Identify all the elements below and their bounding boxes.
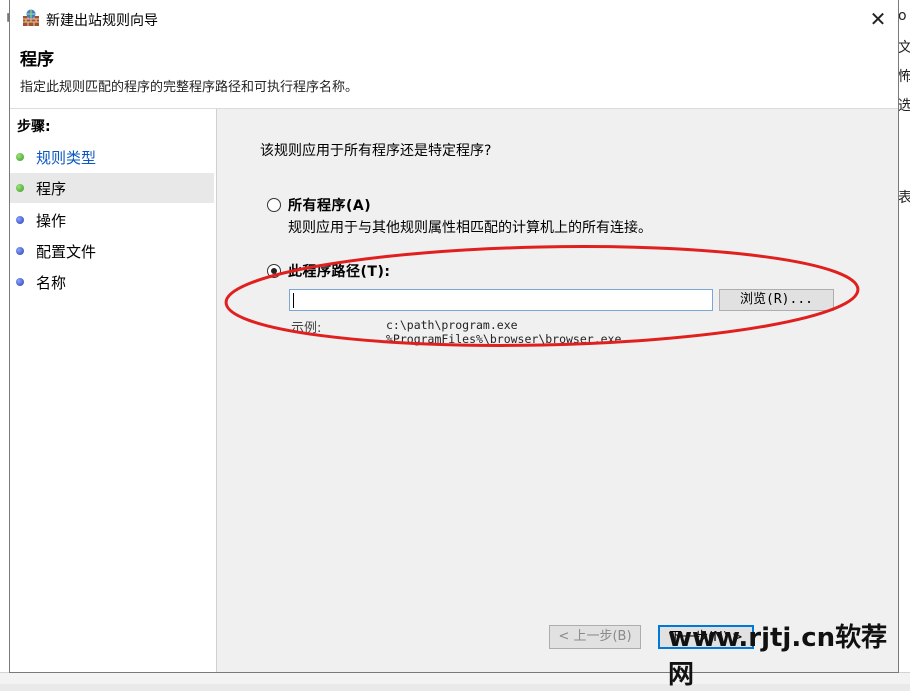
background-text: 怖 [898,69,910,85]
steps-heading: 步骤: [17,119,51,135]
close-button[interactable]: ✕ [858,0,898,38]
step-label: 程序 [36,180,67,198]
step-label: 操作 [36,212,67,230]
page-title: 程序 [20,50,54,70]
background-text: 文 [898,40,910,56]
steps-panel: 步骤: 规则类型 程序 操作 配置文件 名称 [10,109,217,672]
program-path-label[interactable]: 此程序路径(T): [288,261,390,281]
page-description: 指定此规则匹配的程序的完整程序路径和可执行程序名称。 [20,80,359,95]
background-text: o [898,8,907,24]
new-outbound-rule-wizard: 新建出站规则向导 ✕ 程序 指定此规则匹配的程序的完整程序路径和可执行程序名称。… [9,0,899,673]
background-text: 表 [898,190,910,206]
example-path: %ProgramFiles%\browser\browser.exe [386,332,622,346]
scope-question: 该规则应用于所有程序还是特定程序? [260,143,492,159]
window-title: 新建出站规则向导 [46,13,158,29]
firewall-icon [23,9,39,26]
step-name: 名称 [10,267,214,297]
all-programs-description: 规则应用于与其他规则属性相匹配的计算机上的所有连接。 [288,220,652,236]
step-profile: 配置文件 [10,236,214,266]
step-program[interactable]: 程序 [10,173,214,203]
wizard-header: 程序 指定此规则匹配的程序的完整程序路径和可执行程序名称。 [10,38,898,109]
step-rule-type[interactable]: 规则类型 [10,142,214,172]
step-pending-icon [16,216,24,224]
wizard-content: 该规则应用于所有程序还是特定程序? 所有程序(A) 规则应用于与其他规则属性相匹… [217,109,898,672]
step-pending-icon [16,278,24,286]
back-button: < 上一步(B) [549,625,641,649]
site-watermark: www.rjtj.cn软荐网 [668,623,888,690]
step-label: 名称 [36,274,67,292]
all-programs-radio[interactable] [267,198,281,212]
step-pending-icon [16,247,24,255]
all-programs-label[interactable]: 所有程序(A) [288,195,371,215]
browse-button[interactable]: 浏览(R)... [719,289,834,311]
step-complete-icon [16,184,24,192]
background-text: 选 [898,98,910,114]
text-caret [293,293,294,308]
example-path: c:\path\program.exe [386,318,518,332]
step-action: 操作 [10,205,214,235]
titlebar: 新建出站规则向导 ✕ [10,0,898,38]
example-label: 示例: [291,321,322,336]
step-label: 配置文件 [36,243,97,261]
program-path-input[interactable] [289,289,713,311]
step-complete-icon [16,153,24,161]
step-label: 规则类型 [36,149,97,167]
program-path-radio[interactable] [267,264,281,278]
